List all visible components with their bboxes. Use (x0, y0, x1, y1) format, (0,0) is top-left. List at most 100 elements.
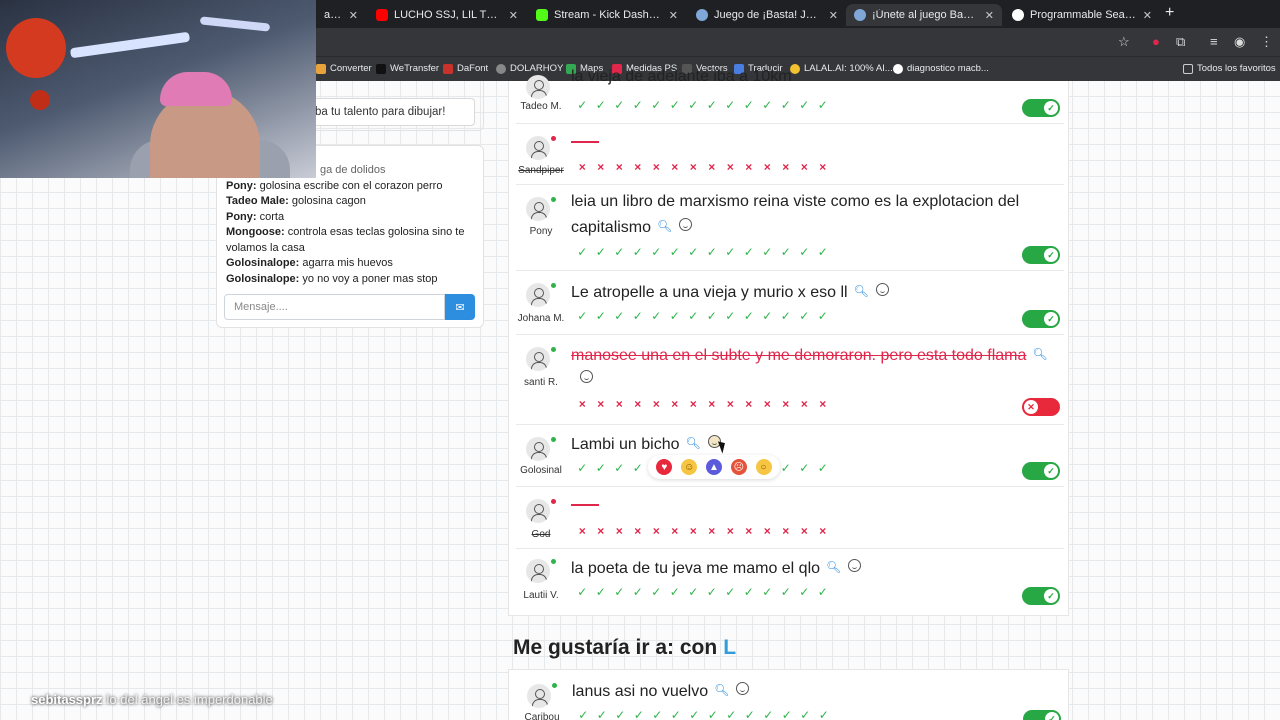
laugh-icon[interactable]: ☺ (681, 459, 698, 475)
thumbs-up-icon[interactable]: ▲ (705, 459, 722, 475)
search-icon[interactable]: 🔍︎ (714, 678, 729, 702)
check-icon: ✓ (595, 309, 606, 323)
x-icon: × (726, 397, 734, 411)
profile-icon[interactable]: ◉ (1234, 34, 1245, 50)
approve-toggle[interactable]: ✓ (1022, 99, 1060, 117)
check-icon: ✓ (707, 708, 718, 720)
search-icon[interactable]: 🔍︎ (686, 431, 701, 455)
tab-kick[interactable]: Stream - Kick Dashboard ✕ (528, 4, 686, 26)
all-bookmarks[interactable]: Todos los favoritos (1183, 63, 1276, 74)
x-icon: × (782, 397, 790, 411)
bookmark[interactable]: DaFont (443, 63, 488, 74)
check-icon: ✓ (632, 461, 643, 475)
approve-toggle[interactable]: ✓ (1022, 587, 1060, 605)
overlay-message: lo del ángel es imperdonable (106, 692, 273, 707)
close-icon[interactable]: ✕ (509, 9, 518, 22)
answer-text: la poeta de tu jeva me mamo el qlo (571, 560, 821, 577)
search-icon[interactable]: 🔍︎ (826, 555, 841, 579)
x-icon: × (671, 397, 679, 411)
search-icon[interactable]: 🔍︎ (657, 214, 672, 238)
close-icon[interactable]: ✕ (349, 9, 358, 22)
answers-card: Caribou lanus asi no vuelvo 🔍︎ ✓ ✓ ✓ ✓ ✓ ✓ ✓ ✓ ✓ ✓… (508, 669, 1069, 720)
tab-chat[interactable]: a - Cha ✕ (316, 4, 366, 26)
add-reaction-icon[interactable] (736, 682, 750, 695)
puzzle-icon[interactable]: ⧉ (1176, 34, 1185, 50)
answer-cell: Le atropelle a una vieja y murio x eso l… (571, 279, 889, 305)
x-icon: × (634, 397, 642, 411)
empty-answer-dash (571, 141, 599, 143)
add-reaction-icon[interactable] (848, 559, 862, 572)
avatar-icon (526, 347, 550, 371)
search-icon[interactable]: 🔍︎ (854, 279, 869, 303)
vote-row: × × × × × × × × × × × × × × (575, 397, 830, 411)
answer-row: Johana M. Le atropelle a una vieja y mur… (516, 271, 1064, 335)
tab-search-engine[interactable]: Programmable Search Engine ✕ (1004, 4, 1160, 26)
bookmark[interactable]: WeTransfer (376, 63, 439, 74)
bookmark[interactable]: DOLARHOY (496, 63, 563, 74)
tab-unete[interactable]: ¡Únete al juego Basta! ✕ (846, 4, 1002, 26)
chat-text: agarra mis huevos (302, 257, 393, 269)
angry-icon[interactable]: ☹ (730, 459, 747, 475)
bookmark[interactable]: diagnostico macb... (893, 63, 989, 74)
folder-icon (1183, 63, 1193, 74)
queue-icon[interactable]: ≡ (1210, 34, 1218, 49)
reject-toggle[interactable]: ✕ (1022, 398, 1060, 416)
answer-text: la vieja de adelante iba a 10km (571, 68, 792, 85)
x-icon: × (819, 160, 827, 174)
camera-person (160, 72, 232, 106)
vote-row: ✓ ✓ ✓ ✓ ✓ ✓ ✓ ✓ ✓ ✓ ✓ ✓ ✓ ✓ (575, 585, 830, 599)
answer-text: manosee una en el subte y me demoraron. … (571, 347, 1027, 364)
globe-icon (696, 9, 708, 21)
check-icon: ✓ (651, 585, 662, 599)
status-dot (551, 197, 556, 202)
bookmark[interactable]: Converter (316, 63, 372, 74)
approve-toggle[interactable]: ✓ (1022, 310, 1060, 328)
answer-row: God × × × × × × × × × × × × × × (516, 487, 1064, 549)
menu-icon[interactable]: ⋮ (1260, 34, 1273, 50)
heart-icon[interactable]: ♥ (656, 459, 673, 475)
check-icon: ✓ (669, 585, 680, 599)
check-icon: ✓ (818, 708, 829, 720)
bookmark[interactable]: LALAL.AI: 100% AI... (790, 63, 893, 74)
answer-cell: leia un libro de marxismo reina viste co… (571, 190, 1041, 240)
close-icon[interactable]: ✕ (829, 9, 838, 22)
surprised-icon[interactable]: ○ (755, 459, 772, 475)
new-tab-button[interactable]: + (1165, 4, 1174, 22)
check-icon: ✓ (817, 309, 828, 323)
close-icon[interactable]: ✕ (985, 9, 994, 22)
avatar-icon (526, 283, 550, 307)
check-icon: ✓ (595, 585, 606, 599)
close-icon[interactable]: ✕ (669, 9, 678, 22)
approve-toggle[interactable]: ✓ (1022, 246, 1060, 264)
chat-input[interactable]: Mensaje.... (224, 294, 445, 320)
extension-icon[interactable]: ● (1152, 34, 1160, 49)
approve-toggle[interactable]: ✓ (1023, 710, 1061, 720)
player-name: Golosinal (520, 465, 562, 476)
check-icon: ✓ (614, 309, 625, 323)
check-icon: ✓ (1044, 464, 1058, 478)
send-button[interactable]: ✉ (445, 294, 475, 320)
tab-youtube[interactable]: LUCHO SSJ, LIL TROCA, SIX ✕ (368, 4, 526, 26)
star-icon[interactable]: ☆ (1118, 34, 1130, 50)
player-name: Tadeo M. (520, 101, 562, 112)
x-icon: × (745, 397, 753, 411)
bookmark-icon (316, 63, 326, 74)
x-icon: × (615, 524, 623, 538)
close-icon[interactable]: ✕ (1143, 9, 1152, 22)
stream-chat-overlay: sebitassprz lo del ángel es imperdonable (31, 692, 273, 707)
answer-cell: manosee una en el subte y me demoraron. … (571, 342, 1051, 392)
add-reaction-icon[interactable] (875, 283, 889, 296)
add-reaction-icon[interactable] (580, 370, 593, 383)
search-icon[interactable]: 🔍︎ (1032, 342, 1047, 366)
check-icon: ✓ (706, 309, 717, 323)
add-reaction-icon[interactable] (679, 218, 693, 231)
approve-toggle[interactable]: ✓ (1022, 462, 1060, 480)
x-icon: × (726, 524, 734, 538)
draw-prompt-button[interactable]: ba tu talento para dibujar! (300, 98, 475, 126)
answer-cell: la poeta de tu jeva me mamo el qlo 🔍︎ (571, 555, 862, 581)
tab-basta[interactable]: Juego de ¡Basta! Juega Stop. ✕ (688, 4, 846, 26)
answer-row: Sandpiper × × × × × × × × × × × × × × (516, 124, 1064, 185)
check-icon: ✓ (577, 585, 588, 599)
camera-decor (199, 16, 271, 32)
check-icon: ✓ (669, 98, 680, 112)
